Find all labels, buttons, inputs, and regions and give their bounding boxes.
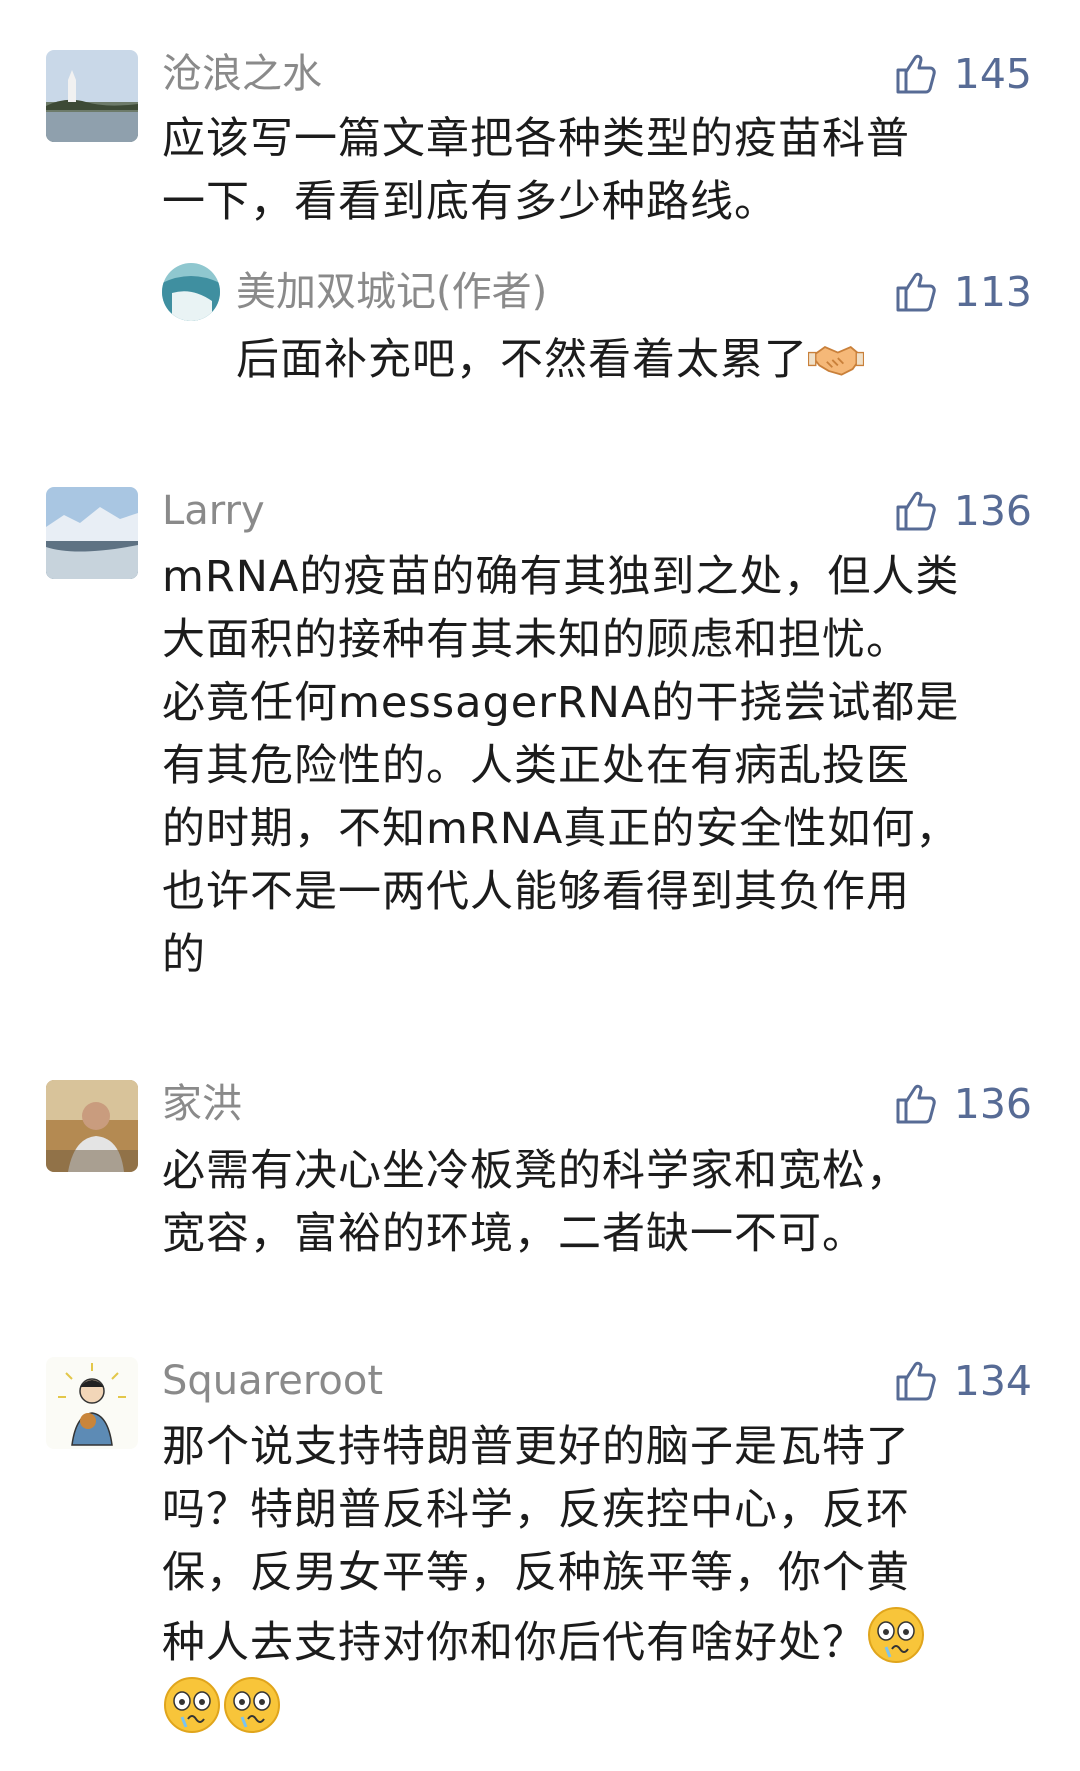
nickname[interactable]: Larry <box>162 487 265 535</box>
thumbs-up-icon <box>892 487 940 535</box>
like-count: 113 <box>953 268 1032 316</box>
avatar[interactable] <box>46 1080 138 1172</box>
like-count: 136 <box>953 1080 1032 1128</box>
dizzy-face-emoji <box>866 1605 926 1665</box>
comment-text: 那个说支持特朗普更好的脑子是瓦特了 吗？特朗普反科学，反疾控中心，反环 保，反男… <box>162 1416 926 1741</box>
comment-line: 保，反男女平等，反种族平等，你个黄 <box>162 1548 910 1598</box>
nickname[interactable]: 家洪 <box>162 1080 242 1128</box>
comment-line: 有其危险性的。人类正处在有病乱投医 <box>162 741 910 791</box>
comment-line: 也许不是一两代人能够看得到其负作用 <box>162 867 910 917</box>
reply-text: 后面补充吧，不然看着太累了 <box>236 329 864 392</box>
dizzy-face-emoji <box>222 1675 282 1735</box>
like-count: 134 <box>953 1357 1032 1405</box>
like-button[interactable]: 113 <box>892 268 1032 316</box>
handshake-emoji <box>808 336 864 382</box>
nickname[interactable]: Squareroot <box>162 1357 383 1405</box>
nickname[interactable]: 沧浪之水 <box>162 50 322 98</box>
comment-line: mRNA的疫苗的确有其独到之处，但人类 <box>162 552 960 602</box>
comment-line: 大面积的接种有其未知的顾虑和担忧。 <box>162 615 910 665</box>
comment-text: 应该写一篇文章把各种类型的疫苗科普 一下，看看到底有多少种路线。 <box>162 108 910 234</box>
avatar[interactable] <box>46 1357 138 1449</box>
comment-line: 必竟任何messagerRNA的干挠尝试都是 <box>162 678 960 728</box>
avatar[interactable] <box>46 487 138 579</box>
thumbs-up-icon <box>892 1080 940 1128</box>
reply-nickname[interactable]: 美加双城记(作者) <box>236 268 547 316</box>
like-button[interactable]: 134 <box>892 1357 1032 1405</box>
thumbs-up-icon <box>892 50 940 98</box>
like-count: 145 <box>953 50 1032 98</box>
comment-line: 吗？特朗普反科学，反疾控中心，反环 <box>162 1485 910 1535</box>
like-button[interactable]: 136 <box>892 1080 1032 1128</box>
comment-text: mRNA的疫苗的确有其独到之处，但人类 大面积的接种有其未知的顾虑和担忧。 必竟… <box>162 546 959 987</box>
dizzy-face-emoji <box>162 1675 222 1735</box>
thumbs-up-icon <box>892 268 940 316</box>
comment-line: 宽容，富裕的环境，二者缺一不可。 <box>162 1209 866 1259</box>
like-button[interactable]: 145 <box>892 50 1032 98</box>
comment-line: 种人去支持对你和你后代有啥好处？ <box>162 1618 866 1668</box>
comment-line: 那个说支持特朗普更好的脑子是瓦特了 <box>162 1422 910 1472</box>
comment-line: 一下，看看到底有多少种路线。 <box>162 177 778 227</box>
comment-line: 应该写一篇文章把各种类型的疫苗科普 <box>162 114 910 164</box>
like-button[interactable]: 136 <box>892 487 1032 535</box>
comment-line: 必需有决心坐冷板凳的科学家和宽松， <box>162 1146 910 1196</box>
comment-line: 的 <box>162 930 206 980</box>
reply-line: 后面补充吧，不然看着太累了 <box>236 335 808 385</box>
like-count: 136 <box>953 487 1032 535</box>
reply-avatar[interactable] <box>162 263 220 321</box>
comment-line: 的时期，不知mRNA真正的安全性如何， <box>162 804 960 854</box>
thumbs-up-icon <box>892 1357 940 1405</box>
avatar[interactable] <box>46 50 138 142</box>
comment-text: 必需有决心坐冷板凳的科学家和宽松， 宽容，富裕的环境，二者缺一不可。 <box>162 1140 910 1266</box>
